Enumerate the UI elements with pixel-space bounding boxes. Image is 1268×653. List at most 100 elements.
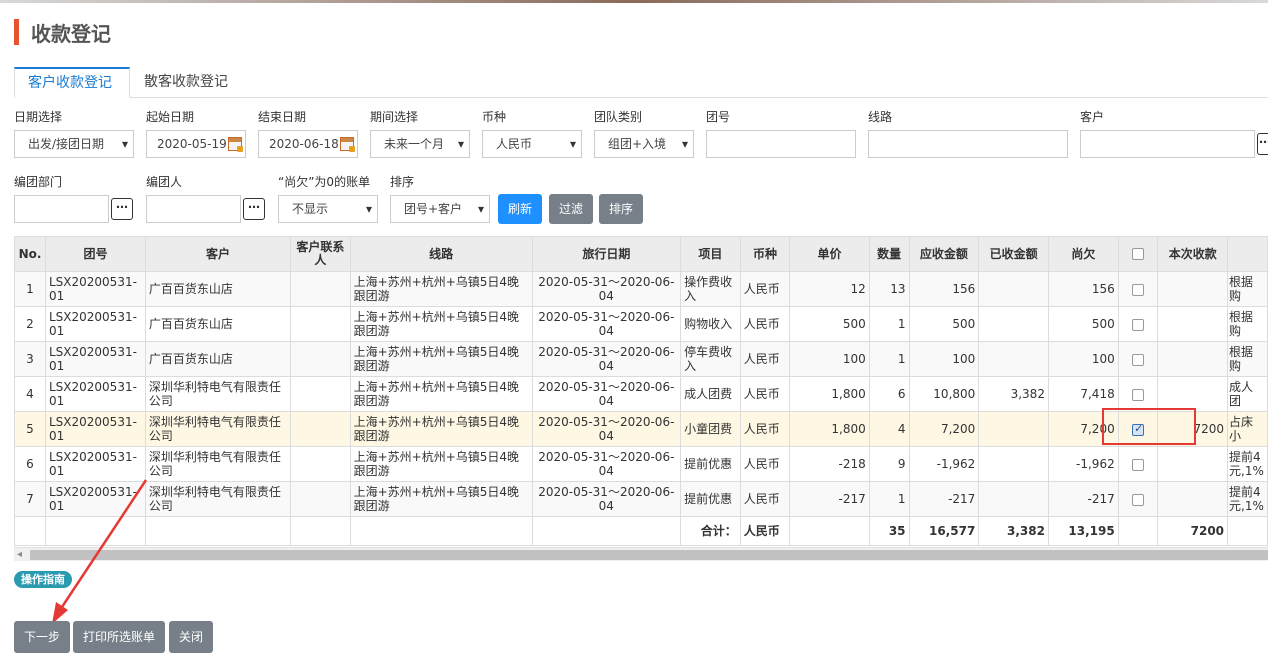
table-row[interactable]: 4 LSX20200531-01 深圳华利特电气有限责任公司 上海+苏州+杭州+乌镇5… <box>14 376 1268 412</box>
end-date-field[interactable]: 2020-06-18 <box>258 130 358 158</box>
print-selected-button[interactable]: 打印所选账单 <box>73 621 165 653</box>
customer-input[interactable] <box>1080 130 1255 158</box>
row-item: 操作费收入 <box>680 271 741 307</box>
row-team: LSX20200531-01 <box>44 306 146 342</box>
col-contact[interactable]: 客户联系人 <box>290 236 351 272</box>
payment-table: No. 团号 客户 客户联系人 线路 旅行日期 项目 币种 单价 数量 应收金额… <box>14 236 1268 546</box>
sort-button[interactable]: 排序 <box>599 194 643 224</box>
row-check[interactable] <box>1117 306 1159 342</box>
row-checkbox[interactable] <box>1132 353 1145 366</box>
col-item[interactable]: 项目 <box>680 236 741 272</box>
row-price: 1,800 <box>789 376 870 412</box>
row-price: 1,800 <box>789 411 870 447</box>
row-this-payment[interactable] <box>1157 481 1229 517</box>
end-date-value: 2020-06-18 <box>269 137 339 151</box>
row-this-payment[interactable] <box>1157 271 1229 307</box>
col-select-all[interactable] <box>1117 236 1159 272</box>
next-step-button[interactable]: 下一步 <box>14 621 70 653</box>
row-no: 1 <box>14 271 46 307</box>
row-check[interactable] <box>1117 481 1159 517</box>
close-button[interactable]: 关闭 <box>169 621 213 653</box>
row-this-payment[interactable] <box>1157 306 1229 342</box>
sort-dropdown[interactable]: 团号+客户 <box>390 195 490 223</box>
total-owed: 13,195 <box>1047 516 1119 546</box>
highlight-box <box>1102 408 1196 445</box>
row-check[interactable] <box>1117 341 1159 377</box>
row-check[interactable] <box>1117 271 1159 307</box>
total-due: 16,577 <box>908 516 980 546</box>
dept-input[interactable] <box>14 195 109 223</box>
scrollbar-thumb[interactable] <box>30 550 1268 560</box>
col-due[interactable]: 应收金额 <box>908 236 980 272</box>
col-currency[interactable]: 币种 <box>739 236 791 272</box>
operation-guide-badge[interactable]: 操作指南 <box>14 571 72 588</box>
creator-picker-button[interactable]: ⋯ <box>243 198 265 220</box>
select-all-checkbox[interactable] <box>1132 248 1145 260</box>
col-received[interactable]: 已收金额 <box>978 236 1049 272</box>
team-no-input[interactable] <box>706 130 856 158</box>
calendar-icon[interactable] <box>228 137 243 152</box>
total-empty-cell <box>1227 516 1268 546</box>
horizontal-scrollbar[interactable]: ◂ <box>14 547 1268 561</box>
refresh-button[interactable]: 刷新 <box>498 194 542 224</box>
row-checkbox[interactable] <box>1132 493 1145 506</box>
tab-walkin-payment[interactable]: 散客收款登记 <box>131 67 241 98</box>
col-this-payment[interactable]: 本次收款 <box>1157 236 1229 272</box>
date-select-dropdown[interactable]: 出发/接团日期 <box>14 130 134 158</box>
sort-label: 排序 <box>390 175 415 189</box>
calendar-icon[interactable] <box>340 137 355 152</box>
page-title: 收款登记 <box>14 18 111 46</box>
creator-input[interactable] <box>146 195 241 223</box>
row-qty: 13 <box>868 271 910 307</box>
row-customer: 深圳华利特电气有限责任公司 <box>144 376 292 412</box>
row-checkbox[interactable] <box>1132 283 1145 296</box>
period-dropdown[interactable]: 未来一个月 <box>370 130 470 158</box>
row-customer: 深圳华利特电气有限责任公司 <box>144 481 292 517</box>
table-row[interactable]: 5 LSX20200531-01 深圳华利特电气有限责任公司 上海+苏州+杭州+乌镇5… <box>14 411 1268 447</box>
col-team[interactable]: 团号 <box>44 236 146 272</box>
row-checkbox[interactable] <box>1132 458 1145 471</box>
filter-button[interactable]: 过滤 <box>549 194 593 224</box>
row-contact <box>290 271 351 307</box>
col-price[interactable]: 单价 <box>789 236 870 272</box>
row-price: 12 <box>789 271 870 307</box>
start-date-field[interactable]: 2020-05-19 <box>146 130 246 158</box>
row-team: LSX20200531-01 <box>44 271 146 307</box>
col-route[interactable]: 线路 <box>349 236 533 272</box>
table-row[interactable]: 7 LSX20200531-01 深圳华利特电气有限责任公司 上海+苏州+杭州+乌镇5… <box>14 481 1268 517</box>
tab-customer-payment[interactable]: 客户收款登记 <box>14 67 130 98</box>
row-due: 100 <box>908 341 980 377</box>
currency-dropdown[interactable]: 人民币 <box>482 130 582 158</box>
col-no[interactable]: No. <box>14 236 46 272</box>
table-row[interactable]: 1 LSX20200531-01 广百百货东山店 上海+苏州+杭州+乌镇5日4晚跟团游… <box>14 271 1268 307</box>
start-date-label: 起始日期 <box>146 110 195 124</box>
table-row[interactable]: 2 LSX20200531-01 广百百货东山店 上海+苏州+杭州+乌镇5日4晚跟团游… <box>14 306 1268 342</box>
route-input[interactable] <box>868 130 1068 158</box>
end-date-label: 结束日期 <box>258 110 307 124</box>
col-customer[interactable]: 客户 <box>144 236 292 272</box>
col-date[interactable]: 旅行日期 <box>531 236 682 272</box>
row-due: 500 <box>908 306 980 342</box>
row-price: -218 <box>789 446 870 482</box>
row-this-payment[interactable] <box>1157 376 1229 412</box>
row-route: 上海+苏州+杭州+乌镇5日4晚跟团游 <box>349 411 533 447</box>
row-checkbox[interactable] <box>1132 388 1145 401</box>
row-check[interactable] <box>1117 376 1159 412</box>
scroll-left-icon[interactable]: ◂ <box>17 549 22 560</box>
owed-zero-dropdown[interactable]: 不显示 <box>278 195 378 223</box>
row-checkbox[interactable] <box>1132 318 1145 331</box>
row-no: 4 <box>14 376 46 412</box>
row-this-payment[interactable] <box>1157 446 1229 482</box>
row-check[interactable] <box>1117 446 1159 482</box>
row-currency: 人民币 <box>739 411 791 447</box>
row-item: 小童团费 <box>680 411 741 447</box>
customer-picker-button[interactable]: ⋯ <box>1257 133 1268 155</box>
col-owed[interactable]: 尚欠 <box>1047 236 1119 272</box>
table-row[interactable]: 6 LSX20200531-01 深圳华利特电气有限责任公司 上海+苏州+杭州+乌镇5… <box>14 446 1268 482</box>
col-qty[interactable]: 数量 <box>868 236 910 272</box>
table-row[interactable]: 3 LSX20200531-01 广百百货东山店 上海+苏州+杭州+乌镇5日4晚跟团游… <box>14 341 1268 377</box>
dept-picker-button[interactable]: ⋯ <box>111 198 133 220</box>
row-this-payment[interactable] <box>1157 341 1229 377</box>
team-type-dropdown[interactable]: 组团+入境 <box>594 130 694 158</box>
row-contact <box>290 411 351 447</box>
